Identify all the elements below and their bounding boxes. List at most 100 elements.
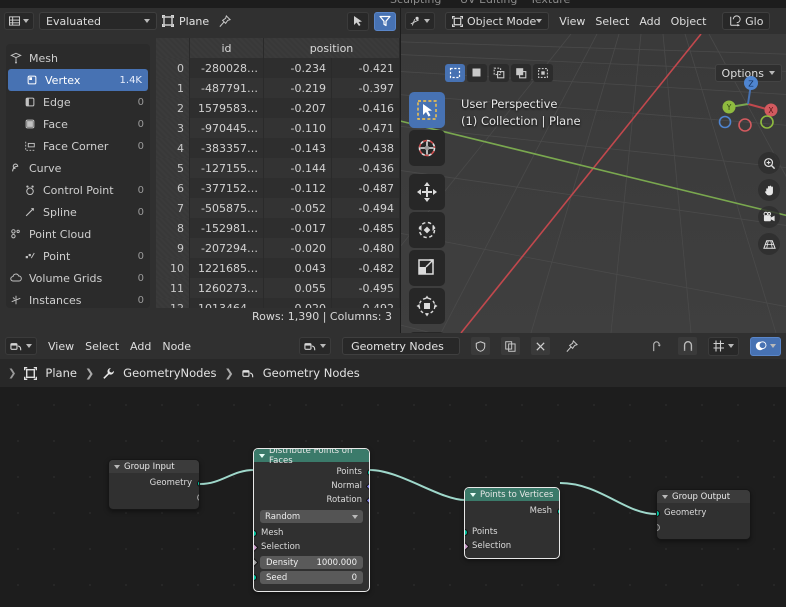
select-mode-difference[interactable] [533, 64, 553, 82]
viewport-canvas[interactable]: Options User Perspective (1) Collection … [401, 34, 786, 333]
domain-row-face[interactable]: Face 0 [6, 113, 150, 135]
domain-row-face-corner[interactable]: Face Corner 0 [6, 135, 150, 157]
domain-row-volume-grids[interactable]: Volume Grids 0 [6, 267, 150, 289]
viewport-zoom-button[interactable] [758, 152, 780, 174]
table-row[interactable]: 1 -487791… -0.219 -0.397 [156, 78, 400, 98]
node-header[interactable]: Points to Vertices [465, 488, 559, 501]
domain-row-point-cloud[interactable]: Point Cloud [6, 223, 150, 245]
node-output-normal[interactable]: Normal [254, 479, 369, 493]
node-menu-select[interactable]: Select [85, 340, 119, 353]
socket-mesh-out[interactable] [556, 507, 559, 515]
dataset-mode-dropdown[interactable]: Evaluated [39, 12, 157, 30]
table-row[interactable]: 4 -383357… -0.143 -0.438 [156, 138, 400, 158]
node-input-points[interactable]: Points [465, 525, 559, 539]
table-row[interactable]: 7 -505875… -0.052 -0.494 [156, 198, 400, 218]
node-input-mesh[interactable]: Mesh [254, 526, 369, 540]
table-row[interactable]: 6 -377152… -0.112 -0.487 [156, 178, 400, 198]
socket-mesh-in[interactable] [254, 529, 257, 537]
viewport-menu-select[interactable]: Select [595, 15, 629, 28]
socket-selection-in[interactable] [465, 541, 469, 551]
node-output-virtual[interactable] [109, 490, 199, 504]
transform-orientation-dropdown[interactable]: Glo [722, 12, 771, 30]
table-header-position[interactable]: position [264, 38, 400, 58]
topbar-tab-sculpting[interactable]: Sculpting [390, 0, 441, 6]
tool-transform[interactable] [409, 288, 445, 324]
node-input-geometry[interactable]: Geometry [657, 506, 750, 520]
node-input-selection[interactable]: Selection [254, 540, 369, 554]
table-row[interactable]: 3 -970445… -0.110 -0.471 [156, 118, 400, 138]
node-input-selection[interactable]: Selection [465, 539, 559, 553]
breadcrumb-item-object[interactable]: Plane [45, 366, 77, 380]
node-output-points[interactable]: Points [254, 465, 369, 479]
table-row[interactable]: 8 -152981… -0.017 -0.485 [156, 218, 400, 238]
duplicate-node-group-button[interactable] [501, 337, 521, 355]
tool-tweak-select-box[interactable] [409, 92, 445, 128]
node-canvas[interactable]: Group Input Geometry Distribute Points o… [0, 387, 786, 607]
table-header-id[interactable]: id [190, 38, 264, 58]
fake-user-button[interactable] [471, 337, 491, 355]
socket-virtual-in[interactable] [657, 523, 660, 531]
node-group-input[interactable]: Group Input Geometry [108, 459, 200, 510]
go-to-parent-button[interactable] [646, 337, 667, 355]
node-group-name-field[interactable]: Geometry Nodes [342, 337, 461, 355]
interaction-mode-dropdown[interactable]: Object Mode [445, 12, 550, 30]
tool-cursor[interactable] [409, 130, 445, 166]
domain-row-control-point[interactable]: Control Point 0 [6, 179, 150, 201]
tool-move[interactable] [409, 174, 445, 210]
select-mode-extend[interactable] [489, 64, 509, 82]
socket-geometry-out[interactable] [196, 479, 199, 487]
domain-row-edge[interactable]: Edge 0 [6, 91, 150, 113]
viewport-menu-add[interactable]: Add [639, 15, 660, 28]
domain-row-mesh[interactable]: Mesh [6, 47, 150, 69]
socket-seed-in[interactable] [254, 574, 257, 581]
node-collapse-chevron-icon[interactable] [662, 494, 668, 499]
topbar-tab-uvediting[interactable]: UV Editing [460, 0, 517, 6]
socket-density-in[interactable] [254, 557, 258, 568]
node-output-geometry[interactable]: Geometry [109, 476, 199, 490]
viewport-pan-button[interactable] [758, 179, 780, 201]
breadcrumb-item-nodetree[interactable]: Geometry Nodes [263, 366, 360, 380]
socket-points-in[interactable] [465, 528, 468, 536]
select-mode-set[interactable] [467, 64, 487, 82]
node-distribute-points-on-faces[interactable]: Distribute Points on Faces Points Normal… [253, 448, 370, 592]
navigation-gizmo[interactable]: Z Y X [718, 74, 778, 134]
node-group-output[interactable]: Group Output Geometry [656, 489, 751, 540]
node-tree-type-button[interactable] [299, 337, 332, 355]
node-menu-node[interactable]: Node [162, 340, 191, 353]
spreadsheet-cursor-button[interactable] [347, 11, 369, 31]
node-pin-button[interactable] [561, 337, 582, 355]
node-input-virtual[interactable] [657, 520, 750, 534]
spreadsheet-editor-type-button[interactable] [4, 12, 34, 30]
spreadsheet-filter-button[interactable] [374, 11, 396, 31]
node-collapse-chevron-icon[interactable] [114, 464, 120, 469]
node-header[interactable]: Group Input [109, 460, 199, 473]
spreadsheet-pin-button[interactable] [214, 12, 235, 30]
table-row[interactable]: 11 1260273… 0.055 -0.495 [156, 278, 400, 298]
viewport-ortho-button[interactable] [758, 233, 780, 255]
tool-annotate[interactable] [409, 332, 445, 333]
viewport-editor-type-button[interactable] [405, 12, 435, 30]
snap-toggle-button[interactable] [678, 337, 697, 355]
node-points-to-vertices[interactable]: Points to Vertices Mesh Points Selection [464, 487, 560, 559]
breadcrumb-item-modifier[interactable]: GeometryNodes [123, 366, 216, 380]
domain-row-spline[interactable]: Spline 0 [6, 201, 150, 223]
table-row[interactable]: 5 -127155… -0.144 -0.436 [156, 158, 400, 178]
table-row[interactable]: 9 -207294… -0.020 -0.480 [156, 238, 400, 258]
tool-rotate[interactable] [409, 212, 445, 248]
node-collapse-chevron-icon[interactable] [259, 453, 265, 458]
domain-row-point[interactable]: Point 0 [6, 245, 150, 267]
node-menu-add[interactable]: Add [130, 340, 151, 353]
viewport-camera-button[interactable] [758, 206, 780, 228]
snap-target-dropdown[interactable] [708, 336, 739, 356]
overlays-dropdown[interactable] [750, 336, 781, 356]
socket-normal-out[interactable] [365, 481, 369, 491]
table-row[interactable]: 0 -280028… -0.234 -0.421 [156, 58, 400, 78]
node-header[interactable]: Group Output [657, 490, 750, 503]
viewport-menu-object[interactable]: Object [671, 15, 707, 28]
tool-scale[interactable] [409, 250, 445, 286]
node-output-mesh[interactable]: Mesh [465, 504, 559, 518]
viewport-menu-view[interactable]: View [559, 15, 585, 28]
table-row[interactable]: 2 1579583… -0.207 -0.416 [156, 98, 400, 118]
node-editor-type-button[interactable] [5, 337, 37, 355]
domain-row-instances[interactable]: Instances 0 [6, 289, 150, 308]
